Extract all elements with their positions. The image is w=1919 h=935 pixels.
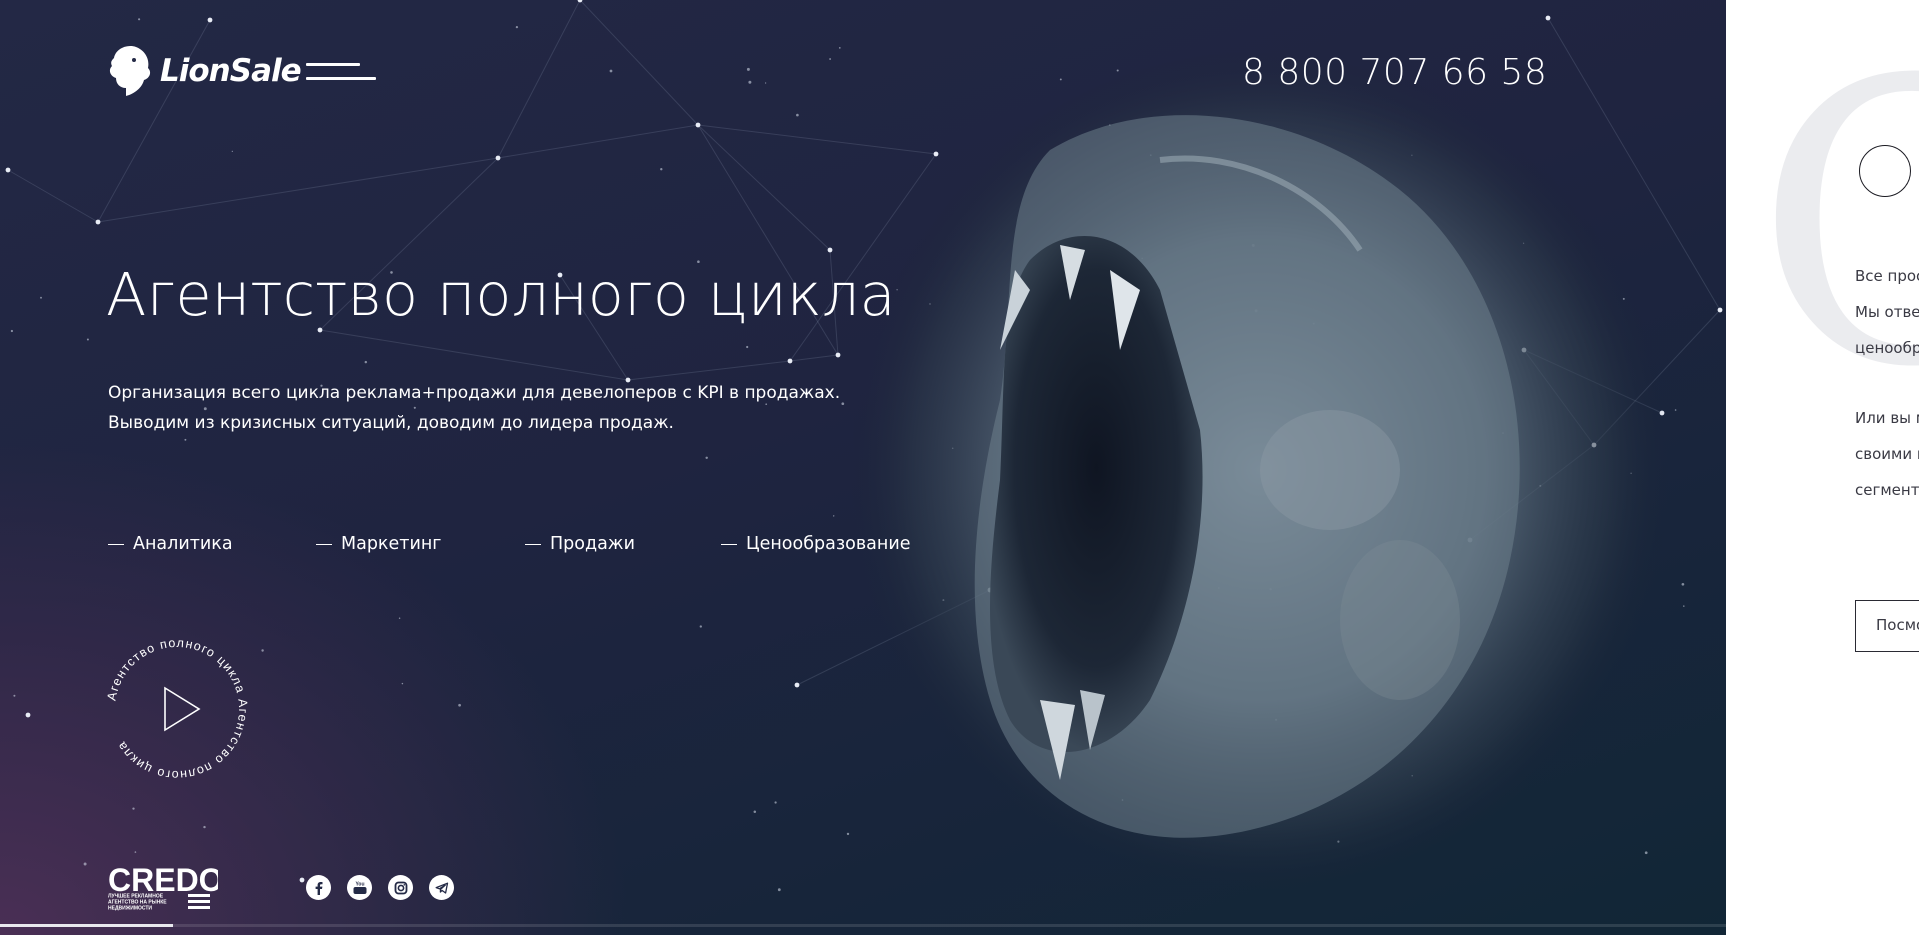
- page-title: Агентство полного цикла: [106, 260, 896, 329]
- slide-progress-fill: [0, 924, 173, 927]
- service-label: Аналитика: [133, 534, 233, 554]
- play-video-button[interactable]: Агентство полного цикла Агентство полног…: [104, 636, 250, 782]
- service-link-analytics[interactable]: Аналитика: [108, 534, 233, 554]
- service-link-sales[interactable]: Продажи: [525, 534, 635, 554]
- social-links: You: [306, 875, 454, 900]
- service-link-pricing[interactable]: Ценообразование: [721, 534, 910, 554]
- dash-icon: [108, 543, 124, 545]
- panel-text-line: сегменте: [1855, 481, 1919, 499]
- menu-button[interactable]: [306, 63, 376, 83]
- dash-icon: [525, 543, 541, 545]
- svg-text:НЕДВИЖИМОСТИ: НЕДВИЖИМОСТИ: [108, 906, 152, 912]
- service-label: Продажи: [550, 534, 635, 554]
- panel-text-line: Или вы м: [1855, 409, 1919, 427]
- play-icon: [164, 686, 201, 732]
- menu-line-icon: [306, 77, 376, 80]
- telegram-link[interactable]: [429, 875, 454, 900]
- hero-section: LionSale 8 800 707 66 58 Агентство полно…: [0, 0, 1726, 935]
- panel-text-line: Мы отвеч: [1855, 303, 1919, 321]
- lion-head-icon: [109, 46, 151, 96]
- circle-icon: [1859, 145, 1911, 197]
- service-label: Маркетинг: [341, 534, 442, 554]
- panel-text-line: ценообр: [1855, 339, 1919, 357]
- dash-icon: [721, 543, 737, 545]
- instagram-icon: [394, 881, 407, 894]
- panel-paragraph: Все прос Мы отвеч ценообр: [1855, 258, 1919, 366]
- menu-line-icon: [306, 63, 360, 66]
- award-logo[interactable]: CREDO ЛУЧШЕЕ РЕКЛАМНОЕ АГЕНТСТВО НА РЫНК…: [108, 862, 224, 916]
- slide-progress-bar: [0, 924, 1726, 927]
- roaring-lion-image: [850, 50, 1670, 890]
- instagram-link[interactable]: [388, 875, 413, 900]
- panel-text-line: своими п: [1855, 445, 1919, 463]
- facebook-link[interactable]: [306, 875, 331, 900]
- telegram-icon: [435, 882, 448, 894]
- side-panel: C Все прос Мы отвеч ценообр Или вы м сво…: [1726, 0, 1919, 935]
- panel-paragraph: Или вы м своими п сегменте: [1855, 400, 1919, 508]
- panel-text-line: Все прос: [1855, 267, 1919, 285]
- service-label: Ценообразование: [746, 534, 911, 554]
- youtube-link[interactable]: You: [347, 875, 372, 900]
- svg-text:You: You: [355, 881, 364, 887]
- circular-badge-text: Агентство полного цикла Агентство полног…: [105, 636, 250, 782]
- description-line: Организация всего цикла реклама+продажи …: [108, 383, 841, 403]
- phone-number[interactable]: 8 800 707 66 58: [1242, 52, 1547, 93]
- service-link-marketing[interactable]: Маркетинг: [316, 534, 441, 554]
- dash-icon: [316, 543, 332, 545]
- youtube-icon: You: [353, 881, 366, 894]
- facebook-icon: [315, 881, 322, 895]
- view-more-button[interactable]: Посмо: [1855, 600, 1919, 652]
- logo-text: LionSale: [160, 53, 302, 89]
- hero-description: Организация всего цикла реклама+продажи …: [108, 378, 840, 438]
- description-line: Выводим из кризисных ситуаций, доводим д…: [108, 413, 674, 433]
- logo[interactable]: LionSale: [106, 44, 302, 98]
- credo-logo-icon: CREDO ЛУЧШЕЕ РЕКЛАМНОЕ АГЕНТСТВО НА РЫНК…: [108, 862, 224, 912]
